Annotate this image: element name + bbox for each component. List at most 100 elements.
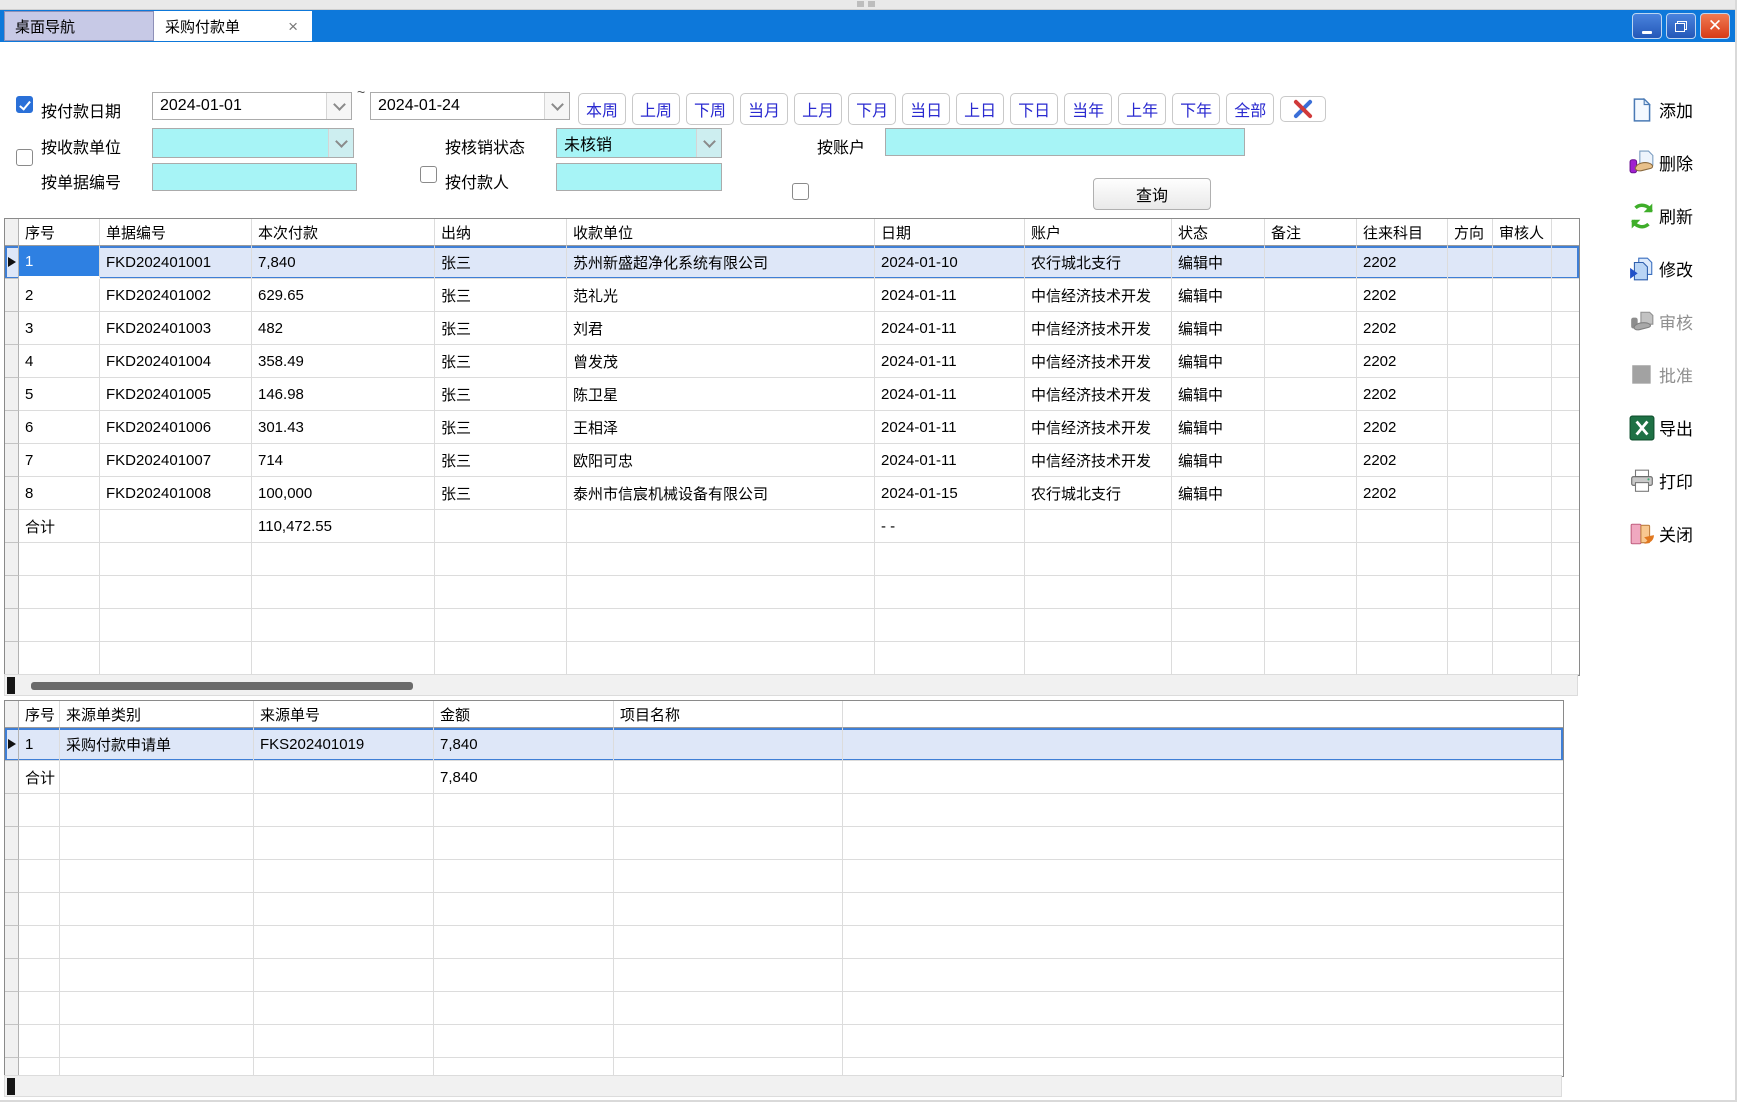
payments-table-row-8[interactable]: 8FKD202401008100,000张三泰州市信宸机械设备有限公司2024-… <box>5 477 1579 510</box>
account-input[interactable] <box>885 128 1245 156</box>
payments-table-row-5[interactable]: 5FKD202401005146.98张三陈卫星2024-01-11中信经济技术… <box>5 378 1579 411</box>
column-header[interactable]: 金额 <box>434 701 614 728</box>
payment-date-checkbox[interactable] <box>16 96 33 113</box>
table-cell: 王相泽 <box>567 411 875 444</box>
close-button[interactable]: ✕ <box>1700 13 1730 39</box>
sources-table-row-1[interactable]: 1采购付款申请单FKS2024010197,840 <box>5 728 1563 761</box>
column-header[interactable]: 日期 <box>875 219 1025 246</box>
column-header[interactable]: 序号 <box>19 701 60 728</box>
table-cell: 中信经济技术开发 <box>1025 444 1172 477</box>
quick-range-button[interactable]: 上周 <box>632 93 680 125</box>
scrollbar-thumb[interactable] <box>7 1078 15 1095</box>
empty-cell <box>254 893 434 926</box>
tab-desktop-navigation[interactable]: 桌面导航 <box>4 11 154 41</box>
writeoff-status-combo[interactable]: 未核销 <box>556 128 722 158</box>
table-cell: 482 <box>252 312 435 345</box>
column-header[interactable]: 备注 <box>1265 219 1357 246</box>
quick-range-button[interactable]: 下月 <box>848 93 896 125</box>
column-header[interactable]: 方向 <box>1448 219 1493 246</box>
table-cell: 100,000 <box>252 477 435 510</box>
sidebar-button-refresh[interactable]: 刷新 <box>1628 202 1734 229</box>
column-header[interactable]: 账户 <box>1025 219 1172 246</box>
column-header[interactable]: 来源单类别 <box>60 701 254 728</box>
payments-table-row-7[interactable]: 7FKD202401007714张三欧阳可忠2024-01-11中信经济技术开发… <box>5 444 1579 477</box>
sidebar-button-modify[interactable]: 修改 <box>1628 255 1734 282</box>
table-cell: 泰州市信宸机械设备有限公司 <box>567 477 875 510</box>
total-cell <box>1357 510 1448 543</box>
quick-range-button[interactable]: 本周 <box>578 93 626 125</box>
row-gutter <box>5 219 19 246</box>
table-cell: 编辑中 <box>1172 246 1265 279</box>
scrollbar-left-cap[interactable] <box>7 677 15 694</box>
quick-range-button[interactable]: 当日 <box>902 93 950 125</box>
payments-table-row-6[interactable]: 6FKD202401006301.43张三王相泽2024-01-11中信经济技术… <box>5 411 1579 444</box>
doc-number-input[interactable] <box>152 163 357 191</box>
column-header[interactable]: 序号 <box>19 219 100 246</box>
payee-unit-checkbox[interactable] <box>16 149 33 166</box>
filter-settings-button[interactable] <box>1280 96 1326 122</box>
minimize-button[interactable] <box>1632 13 1662 39</box>
column-header[interactable]: 审核人 <box>1493 219 1552 246</box>
quick-range-button[interactable]: 下周 <box>686 93 734 125</box>
sidebar-button-close-book[interactable]: 关闭 <box>1628 520 1734 547</box>
payments-table-row-2[interactable]: 2FKD202401002629.65张三范礼光2024-01-11中信经济技术… <box>5 279 1579 312</box>
table-cell: 张三 <box>435 246 567 279</box>
date-from-combo[interactable]: 2024-01-01 <box>152 92 352 120</box>
chevron-down-icon[interactable] <box>544 93 569 119</box>
date-to-combo[interactable]: 2024-01-24 <box>370 92 570 120</box>
query-button[interactable]: 查询 <box>1093 178 1211 210</box>
sidebar-button-print[interactable]: 打印 <box>1628 467 1734 494</box>
payments-table-row-1[interactable]: 1FKD2024010017,840张三苏州新盛超净化系统有限公司2024-01… <box>5 246 1579 279</box>
payments-table-row-3[interactable]: 3FKD202401003482张三刘君2024-01-11中信经济技术开发编辑… <box>5 312 1579 345</box>
column-header[interactable]: 状态 <box>1172 219 1265 246</box>
chevron-down-icon[interactable] <box>696 129 721 157</box>
column-header[interactable]: 来源单号 <box>254 701 434 728</box>
payments-table-empty-row <box>5 543 1579 576</box>
column-header[interactable]: 出纳 <box>435 219 567 246</box>
empty-cell <box>614 959 843 992</box>
empty-cell <box>875 642 1025 675</box>
row-filler <box>843 926 1563 959</box>
column-header[interactable]: 单据编号 <box>100 219 252 246</box>
titlebar: 桌面导航 采购付款单 × ✕ <box>0 10 1737 42</box>
quick-range-button[interactable]: 上年 <box>1118 93 1166 125</box>
tab-close-icon[interactable]: × <box>285 18 301 35</box>
payment-date-label: 按付款日期 <box>41 98 121 122</box>
sidebar-button-delete-hand[interactable]: 删除 <box>1628 149 1734 176</box>
quick-range-button[interactable]: 全部 <box>1226 93 1274 125</box>
column-header[interactable]: 项目名称 <box>614 701 843 728</box>
quick-range-button[interactable]: 下年 <box>1172 93 1220 125</box>
payments-table-hscrollbar[interactable] <box>4 674 1578 696</box>
column-header[interactable]: 往来科目 <box>1357 219 1448 246</box>
scrollbar-thumb[interactable] <box>31 682 413 690</box>
total-cell: 110,472.55 <box>252 510 435 543</box>
chevron-down-icon[interactable] <box>326 93 351 119</box>
audit-icon <box>1628 308 1655 335</box>
quick-range-button[interactable]: 当月 <box>740 93 788 125</box>
column-header[interactable]: 本次付款 <box>252 219 435 246</box>
row-gutter <box>5 794 19 827</box>
sidebar-button-export-excel[interactable]: 导出 <box>1628 414 1734 441</box>
restore-button[interactable] <box>1666 13 1696 39</box>
quick-range-button[interactable]: 当年 <box>1064 93 1112 125</box>
tab-purchase-payment[interactable]: 采购付款单 × <box>154 11 312 41</box>
quick-range-button[interactable]: 上月 <box>794 93 842 125</box>
sidebar-button-approve: 批准 <box>1628 361 1734 388</box>
table-cell: 中信经济技术开发 <box>1025 312 1172 345</box>
table-cell: 2202 <box>1357 444 1448 477</box>
empty-cell <box>1357 642 1448 675</box>
payments-table-row-4[interactable]: 4FKD202401004358.49张三曾发茂2024-01-11中信经济技术… <box>5 345 1579 378</box>
sources-table-hscrollbar[interactable] <box>4 1075 1562 1097</box>
writeoff-status-checkbox[interactable] <box>420 166 437 183</box>
empty-cell <box>100 609 252 642</box>
column-header[interactable]: 收款单位 <box>567 219 875 246</box>
sidebar-button-add-document[interactable]: 添加 <box>1628 96 1734 123</box>
sidebar-button-label: 导出 <box>1659 415 1693 440</box>
total-cell <box>614 761 843 794</box>
quick-range-button[interactable]: 上日 <box>956 93 1004 125</box>
chevron-down-icon[interactable] <box>328 129 353 157</box>
account-checkbox[interactable] <box>792 183 809 200</box>
payer-input[interactable] <box>556 163 722 191</box>
payee-unit-combo[interactable] <box>152 128 354 158</box>
quick-range-button[interactable]: 下日 <box>1010 93 1058 125</box>
